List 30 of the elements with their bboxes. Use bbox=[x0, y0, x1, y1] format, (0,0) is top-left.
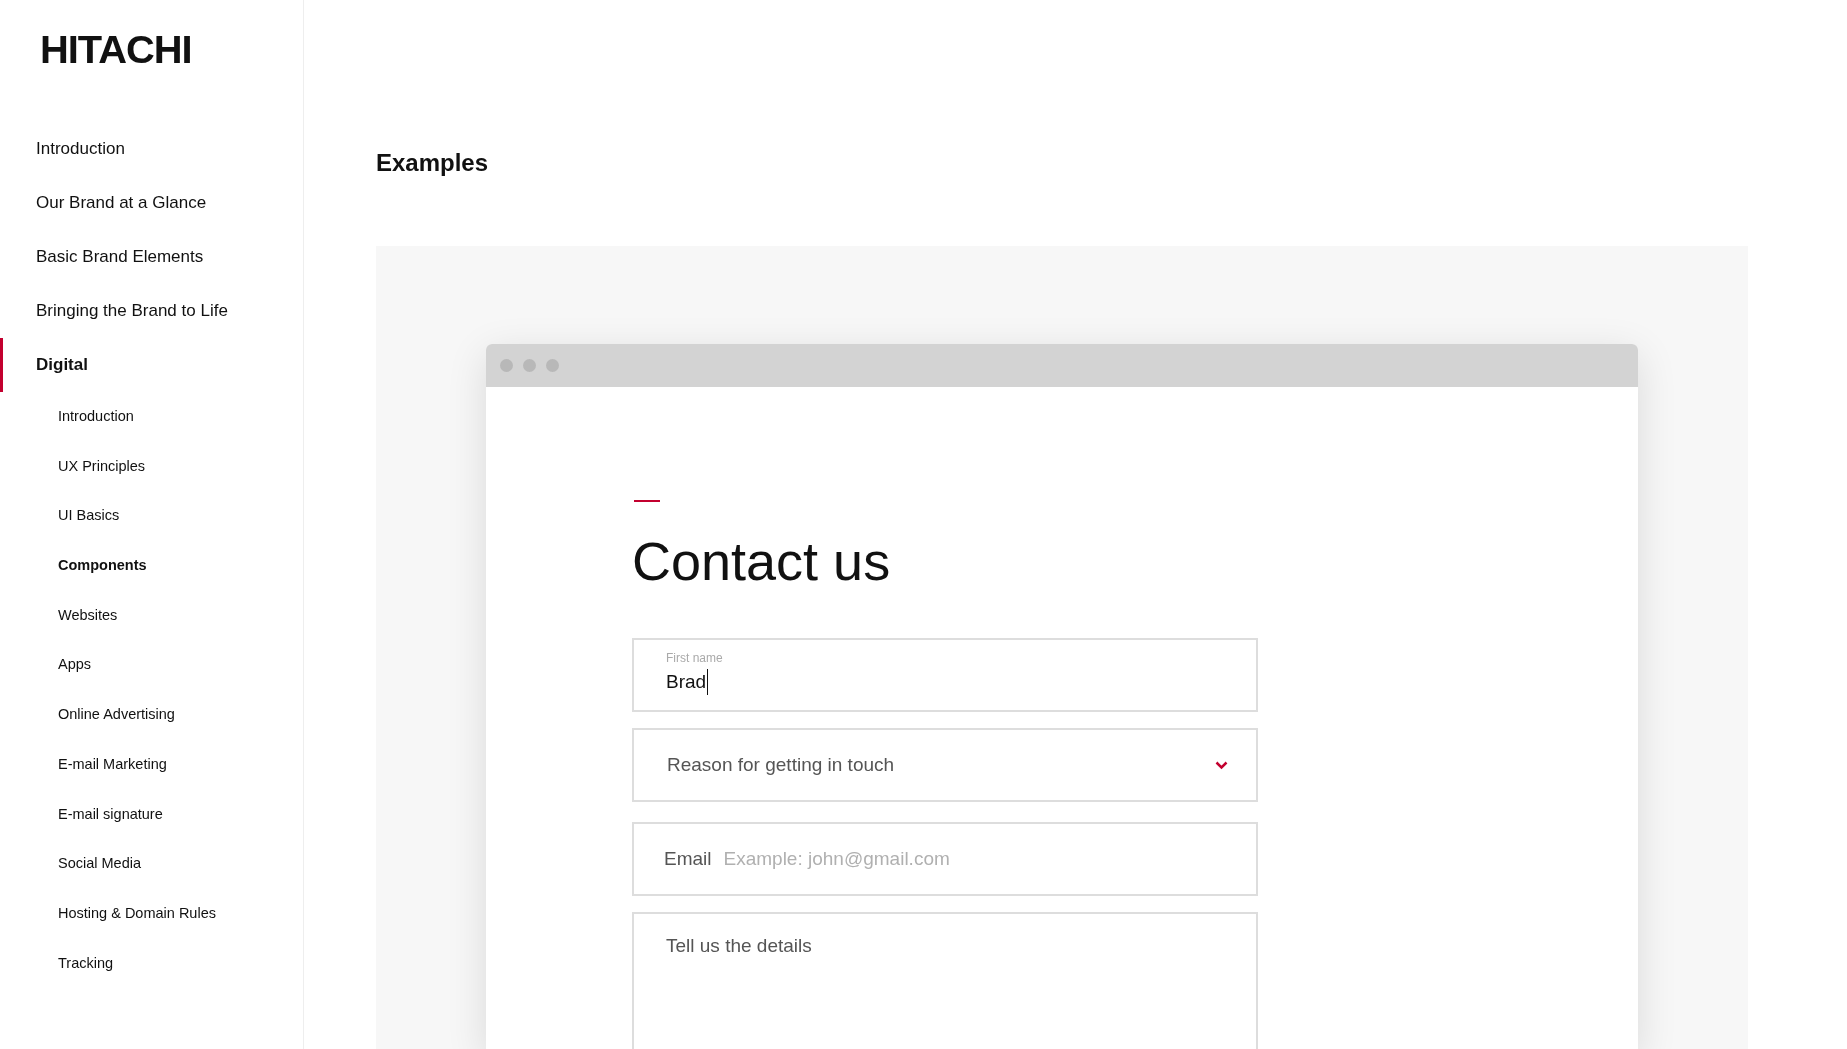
nav-subitem[interactable]: Hosting & Domain Rules bbox=[0, 888, 303, 939]
nav-item[interactable]: Introduction bbox=[0, 122, 303, 176]
nav-subitem[interactable]: Introduction bbox=[0, 392, 303, 442]
nav-subitem[interactable]: Websites bbox=[0, 590, 303, 641]
field-label: Email bbox=[664, 846, 712, 871]
nav-subitem[interactable]: E-mail Marketing bbox=[0, 739, 303, 790]
nav-item[interactable]: Bringing the Brand to Life bbox=[0, 284, 303, 338]
chevron-down-icon bbox=[1215, 760, 1228, 770]
email-field[interactable]: Email Example: john@gmail.com bbox=[632, 822, 1258, 896]
nav-subitem[interactable]: Social Media bbox=[0, 839, 303, 889]
field-label: First name bbox=[666, 651, 724, 665]
nav-subitem[interactable]: Apps bbox=[0, 640, 303, 691]
email-input[interactable]: Example: john@gmail.com bbox=[723, 844, 1256, 874]
nav-subitem[interactable]: UI Basics bbox=[0, 491, 303, 542]
field-value: Brad bbox=[666, 670, 707, 694]
nav-subitem[interactable]: UX Principles bbox=[0, 441, 303, 492]
nav-item[interactable]: Basic Brand Elements bbox=[0, 230, 303, 284]
first-name-field[interactable]: First name Brad bbox=[632, 638, 1258, 712]
details-textarea[interactable]: Tell us the details bbox=[632, 912, 1258, 1049]
hitachi-logo: HITACHI bbox=[40, 30, 192, 70]
form-heading: Contact us bbox=[632, 530, 891, 593]
nav-item[interactable]: Digital bbox=[0, 338, 303, 392]
nav-subitem[interactable]: Components bbox=[0, 541, 303, 591]
nav-subitem[interactable]: Online Advertising bbox=[0, 690, 303, 740]
nav-subitem[interactable]: E-mail signature bbox=[0, 789, 303, 840]
nav-subitem[interactable]: Tracking bbox=[0, 938, 303, 989]
section-title: Examples bbox=[376, 148, 489, 178]
nav-item[interactable]: Our Brand at a Glance bbox=[0, 176, 303, 230]
accent-dash bbox=[634, 500, 660, 502]
reason-dropdown[interactable]: Reason for getting in touch bbox=[632, 728, 1258, 802]
